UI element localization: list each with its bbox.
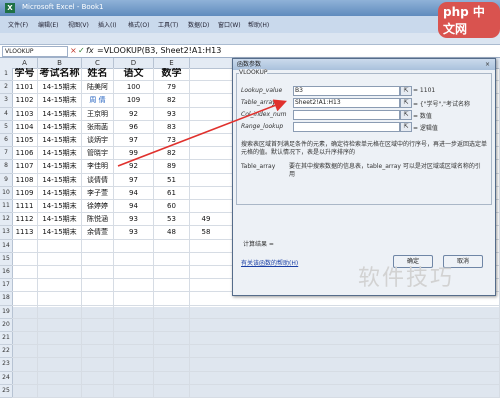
table-cell[interactable] bbox=[12, 305, 38, 319]
table-cell[interactable] bbox=[190, 332, 500, 346]
table-cell[interactable] bbox=[12, 318, 38, 332]
table-cell[interactable] bbox=[190, 318, 500, 332]
table-cell[interactable] bbox=[114, 305, 154, 319]
table-cell[interactable] bbox=[82, 345, 114, 359]
table-cell[interactable] bbox=[190, 358, 500, 372]
table-cell[interactable] bbox=[190, 384, 500, 398]
table-cell[interactable] bbox=[114, 345, 154, 359]
table-cell[interactable] bbox=[154, 305, 190, 319]
table-cell[interactable] bbox=[190, 371, 500, 385]
table-cell[interactable] bbox=[38, 371, 82, 385]
table-cell[interactable] bbox=[154, 371, 190, 385]
table-cell[interactable] bbox=[82, 318, 114, 332]
table-cell[interactable] bbox=[12, 371, 38, 385]
table-cell[interactable] bbox=[38, 345, 82, 359]
table-cell[interactable] bbox=[154, 318, 190, 332]
table-cell[interactable] bbox=[114, 358, 154, 372]
table-cell[interactable] bbox=[82, 305, 114, 319]
table-cell[interactable] bbox=[12, 384, 38, 398]
table-cell[interactable] bbox=[154, 345, 190, 359]
table-cell[interactable] bbox=[38, 332, 82, 346]
table-cell[interactable] bbox=[38, 318, 82, 332]
table-cell[interactable] bbox=[38, 358, 82, 372]
table-cell[interactable] bbox=[82, 332, 114, 346]
table-cell[interactable] bbox=[12, 358, 38, 372]
table-cell[interactable] bbox=[38, 305, 82, 319]
table-cell[interactable] bbox=[12, 332, 38, 346]
table-cell[interactable] bbox=[82, 371, 114, 385]
table-cell[interactable] bbox=[154, 384, 190, 398]
watermark-badge: php 中文网 bbox=[438, 2, 500, 38]
table-cell[interactable] bbox=[114, 318, 154, 332]
table-cell[interactable] bbox=[190, 305, 500, 319]
table-cell[interactable] bbox=[114, 332, 154, 346]
table-cell[interactable] bbox=[12, 345, 38, 359]
table-cell[interactable] bbox=[38, 384, 82, 398]
table-cell[interactable] bbox=[82, 384, 114, 398]
table-cell[interactable] bbox=[114, 384, 154, 398]
watermark-text: 软件技巧 bbox=[358, 266, 455, 291]
table-cell[interactable] bbox=[154, 332, 190, 346]
table-cell[interactable] bbox=[190, 345, 500, 359]
table-cell[interactable] bbox=[154, 358, 190, 372]
table-cell[interactable] bbox=[82, 358, 114, 372]
table-cell[interactable] bbox=[114, 371, 154, 385]
